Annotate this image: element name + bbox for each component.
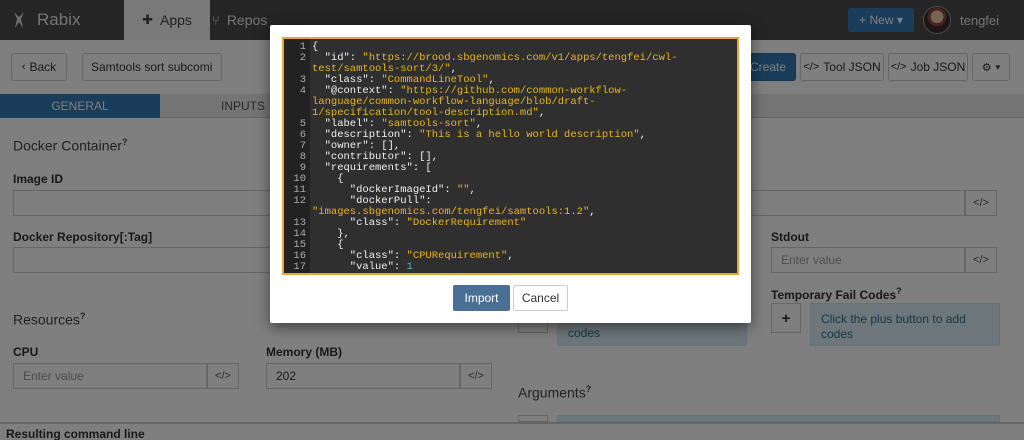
code-text: , (469, 184, 476, 196)
json-code-editor[interactable]: 1{2 "id": "https://brood.sbgenomics.com/… (282, 37, 739, 275)
line-number: 12 (293, 195, 306, 207)
code-string: "DockerRequirement" (406, 217, 527, 229)
code-text: , (538, 107, 546, 119)
code-string: "CPURequirement" (406, 250, 508, 262)
code-line: 9 "requirements": [ (284, 163, 737, 174)
code-line: 14 }, (284, 229, 737, 240)
code-line: 13 "class": "DockerRequirement" (284, 217, 737, 229)
code-string: "This is a hello world description" (419, 129, 640, 141)
code-text: , (507, 250, 514, 262)
code-line: 17 "value": 1 (284, 261, 737, 273)
code-text: "value": (312, 261, 407, 273)
code-string: "" (456, 184, 470, 196)
line-number: 2 (299, 52, 306, 64)
import-json-modal: 1{2 "id": "https://brood.sbgenomics.com/… (270, 25, 751, 323)
code-text: , (589, 206, 596, 218)
code-text: , (639, 129, 646, 141)
line-number: 4 (299, 85, 306, 97)
line-number: 17 (293, 261, 306, 273)
code-number: 1 (406, 261, 413, 273)
import-button[interactable]: Import (453, 285, 510, 311)
cancel-button[interactable]: Cancel (513, 285, 568, 311)
